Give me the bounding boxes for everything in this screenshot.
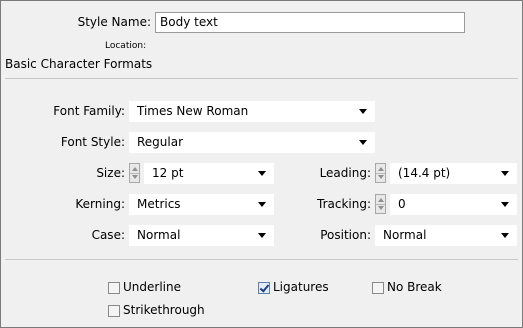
- arrow-down-icon: [378, 175, 384, 179]
- font-style-dropdown[interactable]: Regular: [129, 132, 375, 153]
- chevron-down-icon: [501, 171, 509, 176]
- tracking-stepper[interactable]: [375, 194, 386, 214]
- size-stepper[interactable]: [129, 163, 140, 183]
- size-value: 12 pt: [152, 166, 184, 180]
- tracking-value: 0: [398, 197, 406, 211]
- leading-dropdown[interactable]: (14.4 pt): [390, 163, 517, 184]
- style-name-label-text: Style Name:: [77, 15, 151, 29]
- position-label: Position:: [320, 228, 371, 242]
- case-value: Normal: [137, 228, 181, 242]
- leading-stepper[interactable]: [375, 163, 386, 183]
- section-divider-top: [5, 78, 518, 79]
- location-label: Location:: [105, 41, 147, 51]
- checkmark-icon: [259, 282, 270, 293]
- underline-checkbox[interactable]: [108, 282, 120, 294]
- section-divider: [5, 259, 518, 260]
- font-family-value: Times New Roman: [137, 104, 249, 118]
- font-family-dropdown[interactable]: Times New Roman: [129, 101, 375, 122]
- style-name-input[interactable]: Body text: [155, 12, 465, 33]
- arrow-up-icon: [378, 198, 384, 202]
- stepper-divider: [376, 173, 385, 174]
- arrow-up-icon: [378, 167, 384, 171]
- tracking-label: Tracking:: [317, 197, 371, 211]
- kerning-value: Metrics: [137, 197, 181, 211]
- chevron-down-icon: [501, 202, 509, 207]
- no-break-checkbox[interactable]: [372, 282, 384, 294]
- strikethrough-label: Strikethrough: [123, 303, 205, 317]
- case-label: Case:: [91, 228, 125, 242]
- chevron-down-icon: [501, 233, 509, 238]
- position-dropdown[interactable]: Normal: [375, 225, 517, 246]
- stepper-divider: [130, 173, 139, 174]
- ligatures-checkbox[interactable]: [258, 282, 270, 294]
- chevron-down-icon: [359, 109, 367, 114]
- arrow-down-icon: [378, 206, 384, 210]
- font-style-value: Regular: [137, 135, 184, 149]
- kerning-dropdown[interactable]: Metrics: [129, 194, 274, 215]
- ligatures-label: Ligatures: [273, 280, 329, 294]
- case-dropdown[interactable]: Normal: [129, 225, 274, 246]
- no-break-label: No Break: [387, 280, 442, 294]
- font-family-label: Font Family:: [53, 104, 125, 118]
- size-label: Size:: [96, 166, 125, 180]
- font-style-label: Font Style:: [60, 135, 125, 149]
- chevron-down-icon: [258, 233, 266, 238]
- stepper-divider: [376, 204, 385, 205]
- leading-value: (14.4 pt): [398, 166, 451, 180]
- character-style-options-panel: Style Name: Body text Location: Basic Ch…: [0, 0, 523, 328]
- chevron-down-icon: [258, 202, 266, 207]
- style-name-value: Body text: [160, 15, 218, 29]
- underline-label: Underline: [123, 280, 181, 294]
- arrow-down-icon: [132, 175, 138, 179]
- section-title: Basic Character Formats: [5, 57, 153, 71]
- style-name-label: Style Name:: [61, 15, 151, 29]
- chevron-down-icon: [359, 140, 367, 145]
- arrow-up-icon: [132, 167, 138, 171]
- position-value: Normal: [383, 228, 427, 242]
- tracking-dropdown[interactable]: 0: [390, 194, 517, 215]
- leading-label: Leading:: [319, 166, 371, 180]
- size-dropdown[interactable]: 12 pt: [144, 163, 274, 184]
- chevron-down-icon: [258, 171, 266, 176]
- kerning-label: Kerning:: [75, 197, 125, 211]
- strikethrough-checkbox[interactable]: [108, 305, 120, 317]
